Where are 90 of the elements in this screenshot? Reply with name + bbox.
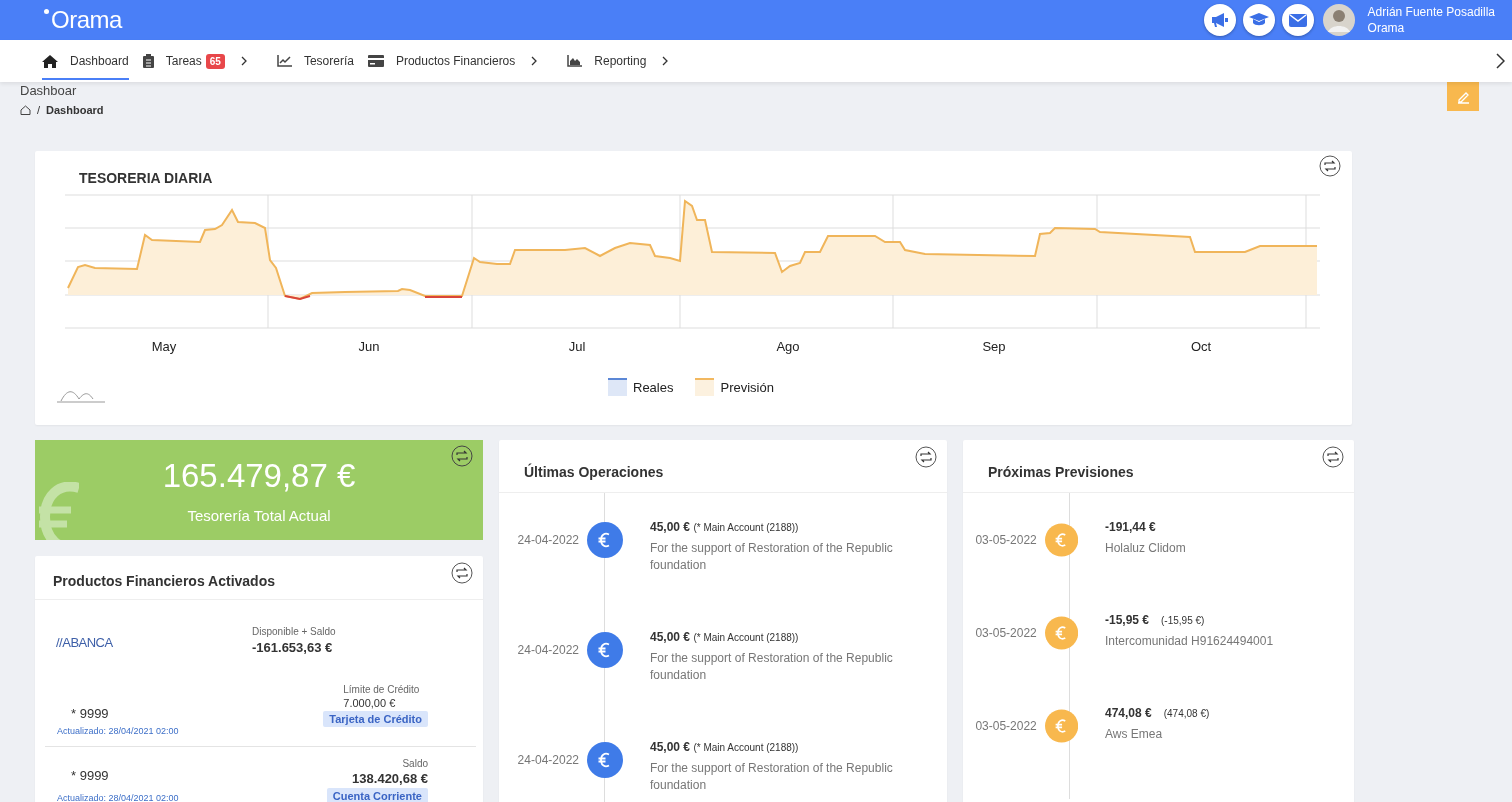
total-amount: 165.479,87 €: [162, 457, 356, 495]
forecast-date: 03-05-2022: [974, 719, 1037, 733]
megaphone-icon[interactable]: [1203, 4, 1236, 36]
user-name: Adrián Fuente Posadilla: [1367, 4, 1495, 20]
operation-date: 24-04-2022: [516, 643, 579, 657]
month-label: Sep: [982, 339, 1006, 354]
month-label: Jun: [358, 339, 380, 354]
refresh-icon[interactable]: [1319, 155, 1341, 177]
account-type-tag: Tarjeta de Crédito: [323, 711, 428, 727]
nav-tab[interactable]: Reporting: [567, 42, 647, 80]
account-number: * 9999: [70, 706, 110, 721]
month-label: May: [151, 339, 177, 354]
value-label: Saldo: [402, 758, 428, 769]
total-label: Tesorería Total Actual: [187, 507, 331, 524]
refresh-icon[interactable]: [451, 562, 473, 584]
forecast-description: Holaluz Clidom: [1105, 540, 1187, 557]
breadcrumb-item[interactable]: Dashboard: [46, 104, 104, 116]
operation-description: For the support of Restoration of the Republic foundation: [650, 760, 894, 794]
card-title: Próximas Previsiones: [988, 464, 1134, 480]
refresh-icon[interactable]: [451, 445, 473, 467]
account-number: * 9999: [70, 768, 110, 783]
clipboard-icon: [142, 54, 154, 68]
account-value: 7.000,00 €: [343, 697, 396, 709]
forecast-amount: 474,08 €: [1105, 706, 1152, 720]
count-badge: 65: [205, 53, 225, 69]
graduation-cap-icon[interactable]: [1242, 4, 1275, 36]
forecast-description: Aws Emea: [1105, 726, 1164, 743]
nav-tab[interactable]: Tesorería: [276, 42, 354, 80]
nav-tab[interactable]: Productos Financieros: [367, 42, 516, 80]
month-label: Oct: [1190, 339, 1212, 354]
summary-value: -161.653,63 €: [252, 640, 334, 655]
breadcrumb-separator: /: [37, 104, 41, 116]
nav-tab[interactable]: Tareas 65: [142, 41, 225, 81]
account-name: (* Main Account (2188)): [693, 522, 799, 533]
updated-date: Actualizado: 28/04/2021 02:00: [57, 726, 179, 736]
refresh-icon[interactable]: [915, 446, 937, 468]
avatar[interactable]: [1322, 4, 1355, 36]
card-title: Últimas Operaciones: [524, 464, 664, 480]
chevron-right-icon[interactable]: [662, 56, 669, 66]
credit-card-icon: [367, 55, 384, 67]
logo[interactable]: Orama: [44, 6, 122, 34]
user-organization: Orama: [1367, 20, 1406, 36]
operation-date: 24-04-2022: [516, 533, 579, 547]
euro-watermark-icon: [39, 482, 79, 540]
negative-line: [424, 296, 463, 298]
operation-date: 24-04-2022: [516, 753, 579, 767]
chart-title: TESORERIA DIARIA: [79, 170, 213, 186]
operation-amount: 45,00 €: [650, 630, 691, 644]
forecast-amount: -15,95 €: [1105, 613, 1150, 627]
operation-description: For the support of Restoration of the Republic foundation: [650, 540, 894, 574]
euro-icon: [1044, 708, 1078, 744]
euro-icon: [587, 522, 623, 558]
euro-icon: [587, 632, 623, 668]
area-chart-icon: [567, 55, 583, 67]
account-type-tag: Cuenta Corriente: [326, 788, 428, 802]
account-value: 138.420,68 €: [352, 771, 428, 786]
account-name: (* Main Account (2188)): [693, 632, 799, 643]
negative-line: [284, 295, 311, 301]
forecast-description: Intercomunidad H91624494001: [1105, 633, 1275, 650]
updated-date: Actualizado: 28/04/2021 02:00: [57, 793, 179, 802]
month-label: Ago: [776, 339, 800, 354]
chevron-right-icon[interactable]: [1496, 53, 1505, 69]
chevron-right-icon[interactable]: [240, 56, 247, 66]
nav-tab[interactable]: Dashboard: [42, 42, 129, 80]
chevron-right-icon[interactable]: [531, 56, 538, 66]
operation-description: For the support of Restoration of the Republic foundation: [650, 650, 894, 684]
month-label: Jul: [568, 339, 586, 354]
summary-label: Disponible + Saldo: [252, 626, 336, 637]
original-amount: (-15,95 €): [1161, 615, 1205, 626]
page-title: Dashboar: [20, 83, 78, 98]
original-amount: (474,08 €): [1163, 708, 1210, 719]
legend-item[interactable]: Previsión: [695, 378, 774, 396]
forecast-date: 03-05-2022: [974, 626, 1037, 640]
operation-amount: 45,00 €: [650, 740, 691, 754]
card-title: Productos Financieros Activados: [53, 573, 275, 589]
euro-icon: [1044, 522, 1078, 558]
refresh-icon[interactable]: [1322, 446, 1344, 468]
bank-logo: //ABANCA: [56, 635, 114, 652]
euro-icon: [1044, 615, 1078, 651]
home-icon[interactable]: [20, 105, 31, 115]
forecast-date: 03-05-2022: [974, 533, 1037, 547]
legend-item[interactable]: Reales: [608, 378, 674, 396]
mail-icon[interactable]: [1281, 4, 1314, 36]
forecast-amount: -191,44 €: [1105, 520, 1156, 534]
value-label: Límite de Crédito: [343, 684, 420, 695]
line-chart-icon: [276, 55, 292, 67]
euro-icon: [587, 742, 623, 778]
home-icon: [42, 54, 58, 68]
operation-amount: 45,00 €: [650, 520, 691, 534]
account-name: (* Main Account (2188)): [693, 742, 799, 753]
